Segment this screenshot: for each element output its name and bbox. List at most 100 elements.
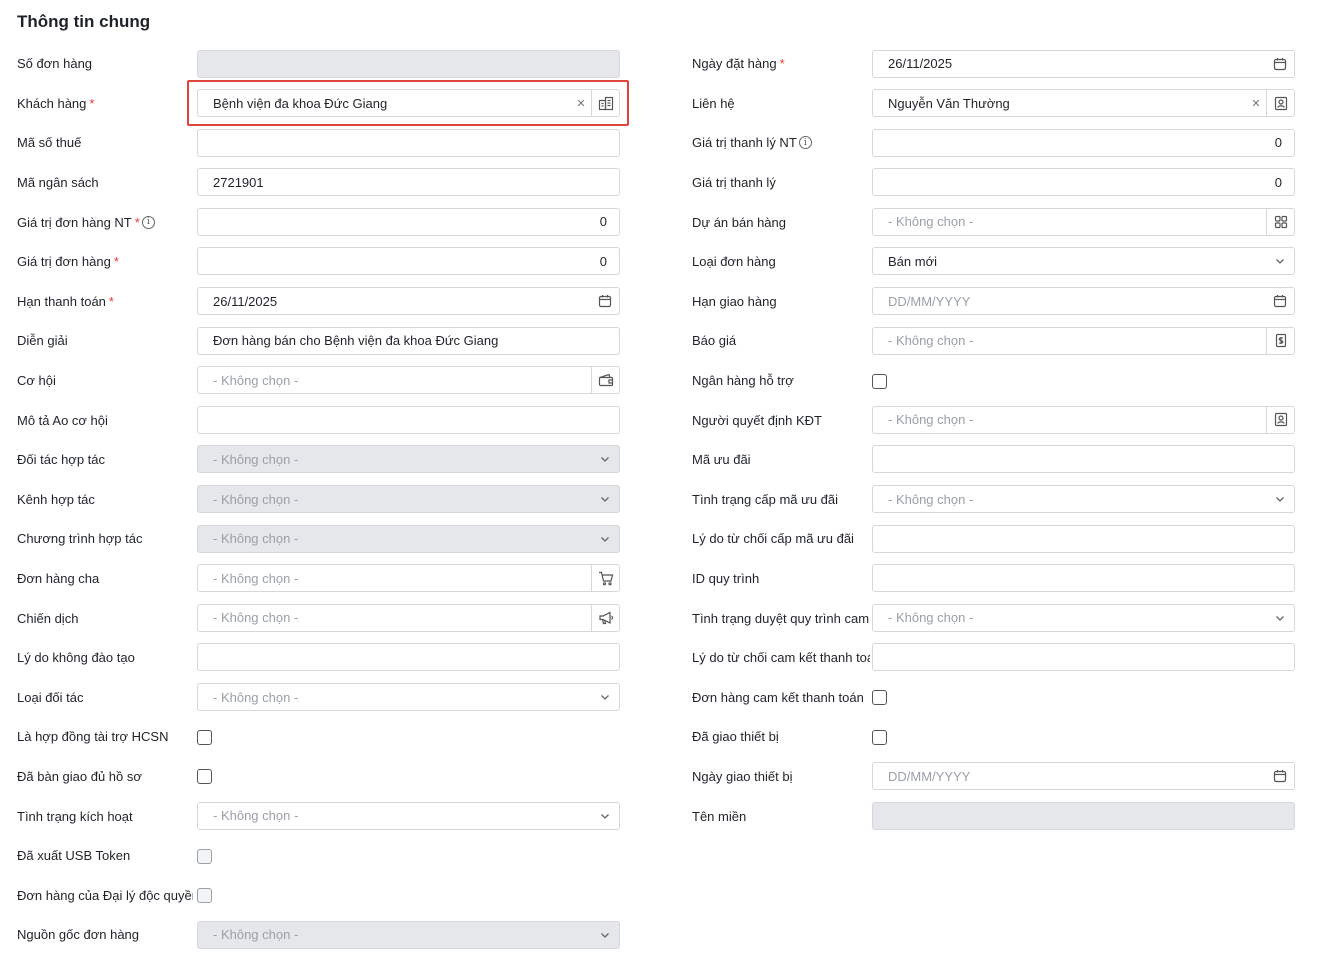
ma-so-thue-input[interactable] bbox=[197, 128, 620, 157]
field-placeholder: - Không chọn - bbox=[888, 491, 974, 507]
contact-icon[interactable] bbox=[1266, 406, 1294, 433]
field-placeholder: - Không chọn - bbox=[213, 451, 299, 467]
field-label-ma-so-thue: Mã số thuế bbox=[17, 123, 193, 163]
contact-icon[interactable] bbox=[1266, 90, 1294, 117]
calendar-icon[interactable] bbox=[1266, 763, 1294, 789]
ma-ngan-sach-input[interactable]: 2721901 bbox=[197, 168, 620, 197]
chien-dich-lookup-field[interactable]: - Không chọn - bbox=[197, 603, 620, 632]
du-an-ban-hang-lookup-field[interactable]: - Không chọn - bbox=[872, 207, 1295, 236]
clear-icon[interactable]: ✕ bbox=[1246, 97, 1266, 110]
field-label-du-an-ban-hang: Dự án bán hàng bbox=[692, 202, 870, 242]
field-label-tinh-trang-cap-ma-uu-dai: Tình trạng cấp mã ưu đãi bbox=[692, 480, 870, 520]
id-quy-trinh-input[interactable] bbox=[872, 564, 1295, 593]
dien-giai-input[interactable]: Đơn hàng bán cho Bệnh viện đa khoa Đức G… bbox=[197, 326, 620, 355]
ngan-hang-ho-tro-checkbox[interactable] bbox=[872, 373, 887, 389]
label-text: Đã bàn giao đủ hồ sơ bbox=[17, 768, 142, 784]
ly-do-tu-choi-cap-ma-uu-dai-input[interactable] bbox=[872, 524, 1295, 553]
tinh-trang-duyet-quy-trinh-cam-select[interactable]: - Không chọn - bbox=[872, 603, 1295, 632]
ngay-dat-hang-date-field[interactable]: 26/11/2025 bbox=[872, 49, 1295, 78]
don-hang-cua-dai-ly-doc-quyen-checkbox bbox=[197, 888, 212, 904]
chevron-down-icon[interactable] bbox=[591, 446, 619, 472]
gia-tri-thanh-ly-input[interactable]: 0 bbox=[872, 168, 1295, 197]
tinh-trang-kich-hoat-select[interactable]: - Không chọn - bbox=[197, 801, 620, 830]
field-label-ngay-dat-hang: Ngày đặt hàng * bbox=[692, 44, 870, 84]
ma-uu-dai-input[interactable] bbox=[872, 445, 1295, 474]
chevron-down-icon[interactable] bbox=[1266, 486, 1294, 512]
wallet-icon[interactable] bbox=[591, 367, 619, 394]
field-label-ngay-giao-thiet-bi: Ngày giao thiết bị bbox=[692, 757, 870, 797]
info-icon[interactable]: i bbox=[141, 215, 155, 229]
label-text: Kênh hợp tác bbox=[17, 491, 95, 507]
field-value: 0 bbox=[599, 253, 607, 269]
tinh-trang-cap-ma-uu-dai-select[interactable]: - Không chọn - bbox=[872, 485, 1295, 514]
calendar-icon[interactable] bbox=[1266, 288, 1294, 314]
field-label-han-thanh-toan: Hạn thanh toán * bbox=[17, 282, 193, 322]
calendar-icon[interactable] bbox=[1266, 51, 1294, 77]
field-placeholder: - Không chọn - bbox=[213, 372, 299, 388]
loai-doi-tac-select[interactable]: - Không chọn - bbox=[197, 683, 620, 711]
da-giao-thiet-bi-checkbox[interactable] bbox=[872, 729, 887, 745]
so-don-hang-input bbox=[197, 49, 620, 78]
la-hop-dong-tai-tro-hcsn-checkbox[interactable] bbox=[197, 729, 212, 745]
field-label-bao-gia: Báo giá bbox=[692, 321, 870, 361]
field-value: Bệnh viện đa khoa Đức Giang bbox=[213, 95, 388, 111]
field-label-id-quy-trinh: ID quy trình bbox=[692, 559, 870, 599]
field-label-ly-do-tu-choi-cap-ma-uu-dai: Lý do từ chối cấp mã ưu đãi bbox=[692, 519, 870, 559]
nguoi-quyet-dinh-kdt-lookup-field[interactable]: - Không chọn - bbox=[872, 405, 1295, 434]
field-label-loai-doi-tac: Loại đối tác bbox=[17, 678, 193, 718]
loai-don-hang-select[interactable]: Bán mới bbox=[872, 247, 1295, 276]
doi-tac-hop-tac-select: - Không chọn - bbox=[197, 445, 620, 474]
building-icon[interactable] bbox=[591, 90, 619, 117]
chevron-down-icon[interactable] bbox=[591, 803, 619, 829]
ly-do-khong-dao-tao-input[interactable] bbox=[197, 643, 620, 672]
mo-ta-ao-co-hoi-input[interactable] bbox=[197, 405, 620, 434]
gia-tri-thanh-ly-nt-input[interactable]: 0 bbox=[872, 128, 1295, 157]
bao-gia-lookup-field[interactable]: - Không chọn - bbox=[872, 326, 1295, 355]
clear-icon[interactable]: ✕ bbox=[571, 97, 591, 110]
han-giao-hang-date-field[interactable]: DD/MM/YYYY bbox=[872, 287, 1295, 316]
field-label-ma-ngan-sach: Mã ngân sách bbox=[17, 163, 193, 203]
chevron-down-icon[interactable] bbox=[1266, 605, 1294, 631]
chevron-down-icon[interactable] bbox=[1266, 248, 1294, 274]
cart-icon[interactable] bbox=[591, 565, 619, 592]
field-label-don-hang-cha: Đơn hàng cha bbox=[17, 559, 193, 599]
quote-icon[interactable] bbox=[1266, 327, 1294, 354]
co-hoi-lookup-field[interactable]: - Không chọn - bbox=[197, 366, 620, 395]
han-thanh-toan-date-field[interactable]: 26/11/2025 bbox=[197, 287, 620, 316]
label-text: Tình trạng kích hoạt bbox=[17, 808, 133, 824]
field-placeholder: - Không chọn - bbox=[213, 927, 299, 943]
chevron-down-icon[interactable] bbox=[591, 526, 619, 552]
chevron-down-icon[interactable] bbox=[591, 486, 619, 512]
field-label-lien-he: Liên hệ bbox=[692, 84, 870, 124]
khach-hang-lookup-field[interactable]: Bệnh viện đa khoa Đức Giang ✕ bbox=[197, 89, 620, 118]
don-hang-cha-lookup-field[interactable]: - Không chọn - bbox=[197, 564, 620, 593]
label-text: Nguồn gốc đơn hàng bbox=[17, 927, 140, 943]
label-text: Người quyết định KĐT bbox=[692, 412, 822, 428]
field-value: 2721901 bbox=[213, 174, 264, 190]
label-text: Số đơn hàng bbox=[17, 56, 93, 72]
da-xuat-usb-token-checkbox bbox=[197, 848, 212, 864]
field-label-doi-tac-hop-tac: Đối tác hợp tác bbox=[17, 440, 193, 480]
grid-icon[interactable] bbox=[1266, 208, 1294, 235]
chevron-down-icon[interactable] bbox=[591, 922, 619, 948]
gia-tri-don-hang-input[interactable]: 0 bbox=[197, 247, 620, 276]
label-text: Hạn thanh toán bbox=[17, 293, 106, 309]
required-marker: * bbox=[113, 254, 119, 270]
chevron-down-icon[interactable] bbox=[591, 684, 619, 710]
da-ban-giao-du-ho-so-checkbox[interactable] bbox=[197, 769, 212, 785]
megaphone-icon[interactable] bbox=[591, 604, 619, 631]
info-icon[interactable]: i bbox=[798, 136, 812, 150]
label-text: Mã số thuế bbox=[17, 135, 82, 151]
lien-he-lookup-field[interactable]: Nguyễn Văn Thường ✕ bbox=[872, 89, 1295, 118]
label-text: Báo giá bbox=[692, 333, 737, 349]
ngay-giao-thiet-bi-date-field[interactable]: DD/MM/YYYY bbox=[872, 762, 1295, 791]
gia-tri-don-hang-nt-input[interactable]: 0 bbox=[197, 207, 620, 236]
field-label-da-ban-giao-du-ho-so: Đã bàn giao đủ hồ sơ bbox=[17, 757, 193, 797]
don-hang-cam-ket-thanh-toan-checkbox[interactable] bbox=[872, 690, 887, 706]
label-text: Mô tả Ao cơ hội bbox=[17, 412, 108, 428]
ly-do-tu-choi-cam-ket-thanh-toan-input[interactable] bbox=[872, 643, 1295, 672]
calendar-icon[interactable] bbox=[591, 288, 619, 314]
label-text: Mã ngân sách bbox=[17, 175, 99, 191]
label-text: Giá trị đơn hàng bbox=[17, 254, 111, 270]
field-label-da-giao-thiet-bi: Đã giao thiết bị bbox=[692, 717, 870, 757]
